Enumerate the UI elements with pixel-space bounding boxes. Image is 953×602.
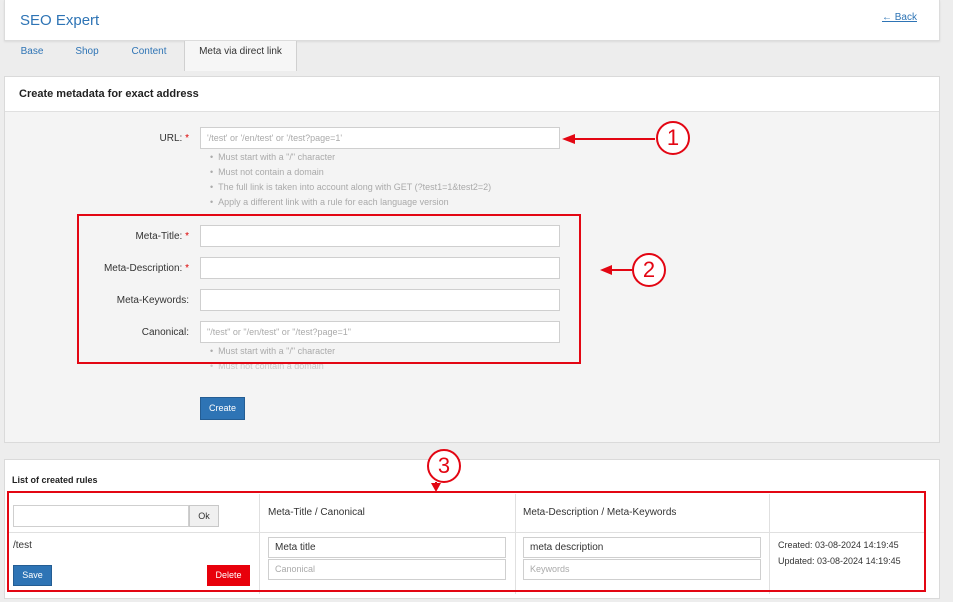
column-header: Meta-Title / Canonical [268,507,365,518]
meta-title-input[interactable] [200,225,560,247]
url-filter-input[interactable] [13,505,189,527]
meta-title-field[interactable]: Meta title [268,537,506,558]
tab-bar: Base Shop Content Meta via direct link [4,41,940,71]
tab-content[interactable]: Content [114,41,184,71]
meta-description-field[interactable]: meta description [523,537,761,558]
card-header: Create metadata for exact address [5,77,939,112]
tab-base[interactable]: Base [4,41,60,71]
meta-description-input[interactable] [200,257,560,279]
meta-keywords-label: Meta-Keywords: [116,295,189,306]
created-timestamp: Created: 03-08-2024 14:19:45 [778,540,899,550]
callout-marker-2: 2 [632,253,666,287]
canonical-hint: Must start with a "/" character [210,346,335,356]
url-input[interactable]: '/test' or '/en/test' or '/test?page=1' [200,127,560,149]
card-title: Create metadata for exact address [19,88,199,100]
table-divider [9,532,924,533]
meta-title-label: Meta-Title: * [135,231,189,242]
canonical-field[interactable]: Canonical [268,559,506,580]
back-link[interactable]: ← Back [882,12,917,23]
callout-marker-3: 3 [427,449,461,483]
column-header: Meta-Description / Meta-Keywords [523,507,677,518]
table-divider [515,494,516,594]
table-divider [769,494,770,594]
rules-list-title: List of created rules [12,475,98,485]
callout-marker-1: 1 [656,121,690,155]
save-button[interactable]: Save [13,565,52,586]
rule-url: /test [13,540,32,551]
keywords-field[interactable]: Keywords [523,559,761,580]
updated-timestamp: Updated: 03-08-2024 14:19:45 [778,556,901,566]
app-title: SEO Expert [20,12,100,29]
top-bar: SEO Expert ← Back [4,0,940,41]
url-hint: Apply a different link with a rule for e… [210,197,448,207]
url-hint: The full link is taken into account alon… [210,182,491,192]
canonical-hint: Must not contain a domain [210,361,324,371]
tab-shop[interactable]: Shop [60,41,114,71]
url-label: URL: * [159,133,189,144]
url-hint: Must not contain a domain [210,167,324,177]
meta-description-label: Meta-Description: * [103,263,189,274]
meta-keywords-input[interactable] [200,289,560,311]
create-metadata-card: Create metadata for exact address URL: *… [4,76,940,443]
filter-ok-button[interactable]: Ok [189,505,219,527]
delete-button[interactable]: Delete [207,565,250,586]
canonical-label: Canonical: [141,327,189,338]
canonical-input[interactable]: "/test" or "/en/test" or "/test?page=1" [200,321,560,343]
url-hint: Must start with a "/" character [210,152,335,162]
create-button[interactable]: Create [200,397,245,420]
table-divider [259,494,260,594]
tab-meta-via-direct-link[interactable]: Meta via direct link [184,41,297,71]
